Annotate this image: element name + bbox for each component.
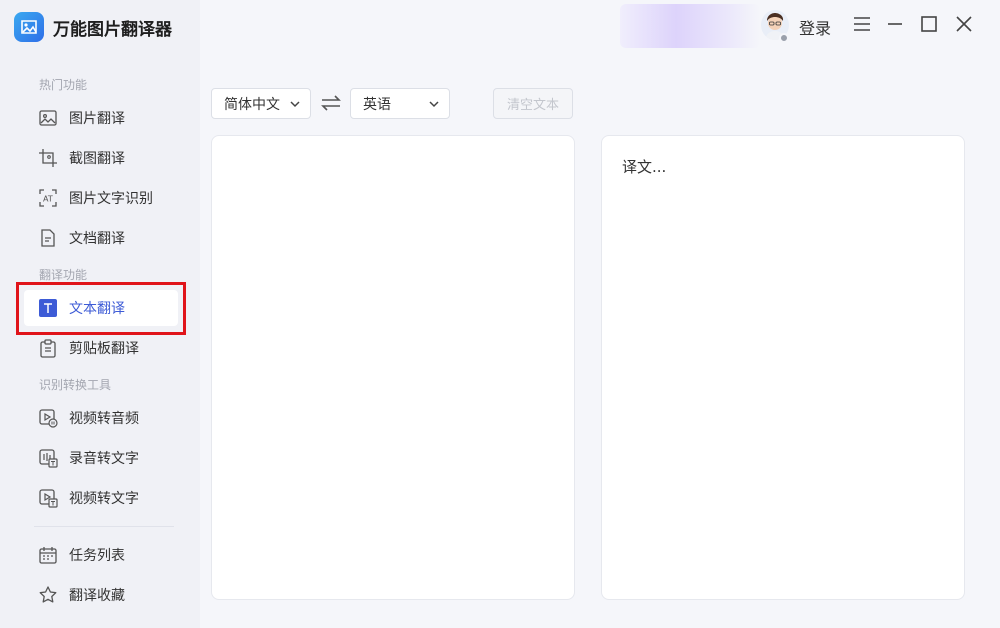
app-title: 万能图片翻译器 — [53, 19, 172, 40]
status-dot — [779, 33, 789, 43]
sidebar-item-label: 图片翻译 — [69, 111, 125, 127]
calendar-icon — [38, 545, 58, 565]
app-window: 万能图片翻译器 热门功能 图片翻译 截图翻译 AT 图片文字识别 文档翻译 翻译… — [0, 0, 1000, 628]
sidebar-item-label: 录音转文字 — [69, 451, 139, 467]
source-language-select[interactable]: 简体中文 — [211, 88, 311, 119]
section-label-hot: 热门功能 — [39, 78, 88, 92]
sidebar-item-favorites[interactable]: 翻译收藏 — [24, 577, 178, 613]
recording-text-icon — [38, 448, 58, 468]
sidebar-item-label: 文档翻译 — [69, 231, 125, 247]
video-audio-icon — [38, 408, 58, 428]
brand: 万能图片翻译器 — [14, 12, 172, 42]
chevron-down-icon — [290, 101, 300, 108]
source-language-value: 简体中文 — [224, 96, 280, 113]
clipboard-icon — [38, 338, 58, 358]
sidebar-item-image-translate[interactable]: 图片翻译 — [24, 100, 178, 136]
translation-output: 译文... — [622, 158, 667, 176]
sidebar-item-label: 截图翻译 — [69, 151, 125, 167]
sidebar-item-recording-to-text[interactable]: 录音转文字 — [24, 440, 178, 476]
sidebar-item-video-to-text[interactable]: 视频转文字 — [24, 480, 178, 516]
sidebar-item-task-list[interactable]: 任务列表 — [24, 537, 178, 573]
minimize-icon[interactable] — [883, 12, 907, 36]
svg-text:AT: AT — [43, 195, 53, 204]
login-link[interactable]: 登录 — [799, 15, 831, 39]
sidebar: 万能图片翻译器 热门功能 图片翻译 截图翻译 AT 图片文字识别 文档翻译 翻译… — [0, 0, 200, 628]
source-text-panel — [211, 135, 575, 600]
sidebar-divider — [34, 526, 174, 527]
sidebar-item-label: 剪贴板翻译 — [69, 341, 139, 357]
swap-languages-icon[interactable] — [320, 93, 342, 113]
sidebar-item-label: 图片文字识别 — [69, 191, 153, 207]
sidebar-item-document-translate[interactable]: 文档翻译 — [24, 220, 178, 256]
chevron-down-icon — [429, 101, 439, 108]
image-icon — [38, 108, 58, 128]
ocr-icon: AT — [38, 188, 58, 208]
clear-text-button[interactable]: 清空文本 — [493, 88, 573, 119]
source-text-input[interactable] — [212, 136, 574, 599]
sidebar-item-label: 任务列表 — [69, 548, 125, 564]
active-item-highlight — [16, 282, 186, 335]
star-icon — [38, 585, 58, 605]
promo-banner[interactable] — [620, 4, 760, 48]
close-icon[interactable] — [952, 12, 976, 36]
sidebar-item-label: 视频转音频 — [69, 411, 139, 427]
translation-panel: 译文... — [601, 135, 965, 600]
video-text-icon — [38, 488, 58, 508]
maximize-icon[interactable] — [917, 12, 941, 36]
target-language-select[interactable]: 英语 — [350, 88, 450, 119]
sidebar-item-clipboard-translate[interactable]: 剪贴板翻译 — [24, 330, 178, 366]
menu-icon[interactable] — [850, 12, 874, 36]
sidebar-item-label: 翻译收藏 — [69, 588, 125, 604]
sidebar-item-screenshot-translate[interactable]: 截图翻译 — [24, 140, 178, 176]
sidebar-item-video-to-audio[interactable]: 视频转音频 — [24, 400, 178, 436]
section-label-tools: 识别转换工具 — [39, 378, 112, 392]
target-language-value: 英语 — [363, 96, 391, 113]
screenshot-icon — [38, 148, 58, 168]
app-logo-icon — [14, 12, 44, 42]
document-icon — [38, 228, 58, 248]
section-label-translate: 翻译功能 — [39, 268, 88, 282]
sidebar-item-ocr[interactable]: AT 图片文字识别 — [24, 180, 178, 216]
sidebar-item-label: 视频转文字 — [69, 491, 139, 507]
